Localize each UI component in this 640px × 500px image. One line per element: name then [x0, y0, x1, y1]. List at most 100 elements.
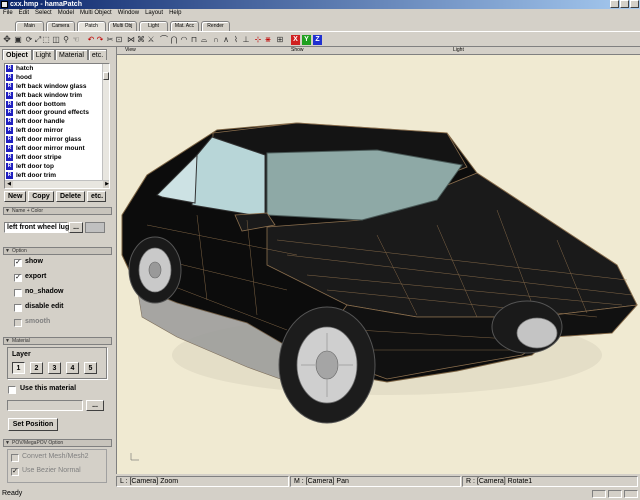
new-button[interactable]: New [4, 191, 26, 202]
grid-icon[interactable]: ⊞ [276, 35, 284, 44]
list-item[interactable]: Rhood [5, 73, 109, 82]
redo-icon[interactable]: ↷ [96, 35, 104, 44]
move-icon[interactable]: ✥ [3, 35, 11, 44]
cut-icon[interactable]: ✂ [106, 35, 114, 44]
copy-button[interactable]: Copy [28, 191, 54, 202]
curve-icon-4[interactable]: ⊥ [242, 35, 250, 44]
menu-edit[interactable]: Edit [19, 9, 29, 18]
weld-icon[interactable]: ⌘ [137, 35, 145, 44]
split-icon[interactable]: ⋈ [127, 35, 135, 44]
list-item[interactable]: Rleft door handle [5, 117, 109, 126]
option-checkbox-smooth[interactable] [14, 319, 22, 327]
curve-icon-2[interactable]: ∧ [222, 35, 230, 44]
tab-main[interactable]: Main [15, 21, 44, 31]
browse-name-button[interactable]: ... [69, 222, 83, 233]
layer-button-2[interactable]: 2 [30, 362, 43, 374]
box-select-icon[interactable]: ⬚ [42, 35, 50, 44]
tab-patch[interactable]: Patch [77, 21, 106, 31]
menu-file[interactable]: File [3, 9, 13, 18]
list-item[interactable]: Rleft door mirror mount [5, 144, 109, 153]
tab-mat-acc[interactable]: Mat. Acc [170, 21, 199, 31]
minimize-button[interactable] [610, 0, 619, 8]
list-item[interactable]: Rleft door stripe [5, 153, 109, 162]
list-item[interactable]: Rleft door ground effects [5, 108, 109, 117]
list-horizontal-scrollbar[interactable]: ◀ ▶ [5, 180, 109, 188]
maximize-button[interactable] [620, 0, 629, 8]
patch-icon-3[interactable]: ⊓ [190, 35, 198, 44]
channel-icon-1[interactable]: ⊹ [254, 35, 262, 44]
car-model-render[interactable] [117, 55, 640, 474]
layer-button-1[interactable]: 1 [12, 362, 25, 374]
lock-icon[interactable]: ⊡ [115, 35, 123, 44]
patch-icon-2[interactable]: ◠ [180, 35, 188, 44]
tab-camera[interactable]: Camera [46, 21, 75, 31]
view-menu[interactable]: View [125, 47, 136, 54]
light-menu[interactable]: Light [453, 47, 464, 54]
menu-select[interactable]: Select [35, 9, 52, 18]
option-checkbox-no-shadow[interactable] [14, 289, 22, 297]
name-color-section[interactable]: ▼ Name + Color [3, 207, 112, 215]
option-checkbox-export[interactable]: ✓ [14, 274, 22, 282]
list-item[interactable]: Rleft door mirror glass [5, 135, 109, 144]
tab-light-panel[interactable]: Light [31, 49, 55, 60]
menu-window[interactable]: Window [118, 9, 139, 18]
y-axis-button[interactable]: Y [302, 35, 311, 45]
delete-button[interactable]: Delete [56, 191, 85, 202]
layer-button-3[interactable]: 3 [48, 362, 61, 374]
object-name-field[interactable]: left front wheel lug [4, 222, 69, 233]
object-list[interactable]: Rhatch Rhood Rleft back window glass Rleft … [4, 63, 110, 189]
tab-etc[interactable]: etc. [87, 49, 108, 60]
viewport[interactable]: View Show Light [116, 47, 640, 474]
tab-object[interactable]: Object [2, 49, 32, 60]
bezier-normal-checkbox[interactable]: ✓ [11, 468, 19, 476]
set-position-button[interactable]: Set Position [8, 418, 58, 431]
list-item[interactable]: Rhatch [5, 64, 109, 73]
layer-button-5[interactable]: 5 [84, 362, 97, 374]
scroll-left-icon[interactable]: ◀ [5, 181, 13, 188]
hook-icon[interactable]: ⌒ [160, 35, 168, 44]
menu-model[interactable]: Model [58, 9, 74, 18]
list-item[interactable]: Rleft back window glass [5, 82, 109, 91]
color-swatch[interactable] [85, 222, 105, 233]
rotate-icon[interactable]: ⟳ [25, 35, 33, 44]
etc-button[interactable]: etc. [87, 191, 106, 202]
curve-icon-1[interactable]: ∩ [212, 35, 220, 44]
list-item[interactable]: Rleft door bottom [5, 100, 109, 109]
x-axis-button[interactable]: X [291, 35, 300, 45]
hand-icon[interactable]: ☜ [72, 35, 80, 44]
tab-multi-obj[interactable]: Multi Obj [108, 21, 137, 31]
z-axis-button[interactable]: Z [313, 35, 322, 45]
tab-material[interactable]: Material [54, 49, 88, 60]
curve-icon-3[interactable]: ⌇ [232, 35, 240, 44]
undo-icon[interactable]: ↶ [87, 35, 95, 44]
convert-mesh-checkbox[interactable] [11, 454, 19, 462]
scroll-thumb[interactable] [103, 72, 109, 80]
magnet-icon[interactable]: ◫ [52, 35, 60, 44]
scale-icon[interactable]: ⤢ [34, 35, 42, 44]
option-checkbox-disable-edit[interactable] [14, 304, 22, 312]
option-checkbox-show[interactable]: ✓ [14, 259, 22, 267]
material-section[interactable]: ▼ Material [3, 337, 112, 345]
channel-icon-2[interactable]: ⋇ [264, 35, 272, 44]
tab-light[interactable]: Light [139, 21, 168, 31]
list-item[interactable]: Rleft door mirror [5, 126, 109, 135]
knife-icon[interactable]: ⚔ [147, 35, 155, 44]
layer-button-4[interactable]: 4 [66, 362, 79, 374]
show-menu[interactable]: Show [291, 47, 304, 54]
browse-material-button[interactable]: ... [86, 400, 104, 411]
list-item[interactable]: Rleft back window trim [5, 91, 109, 100]
list-item[interactable]: Rleft door trim [5, 171, 109, 180]
select-icon[interactable]: ▣ [14, 35, 22, 44]
povray-section[interactable]: ▼ POV/MegaPOV Option [3, 439, 112, 447]
option-section[interactable]: ▼ Option [3, 247, 112, 255]
tab-render[interactable]: Render [201, 21, 230, 31]
use-material-checkbox[interactable] [8, 386, 16, 394]
menu-help[interactable]: Help [169, 9, 181, 18]
scroll-right-icon[interactable]: ▶ [103, 181, 109, 188]
material-field[interactable] [7, 400, 83, 411]
menu-layout[interactable]: Layout [145, 9, 163, 18]
menu-multi-object[interactable]: Multi Object [80, 9, 112, 18]
patch-icon-1[interactable]: ⋂ [170, 35, 178, 44]
list-vertical-scrollbar[interactable] [102, 64, 109, 181]
list-item[interactable]: Rleft door top [5, 162, 109, 171]
